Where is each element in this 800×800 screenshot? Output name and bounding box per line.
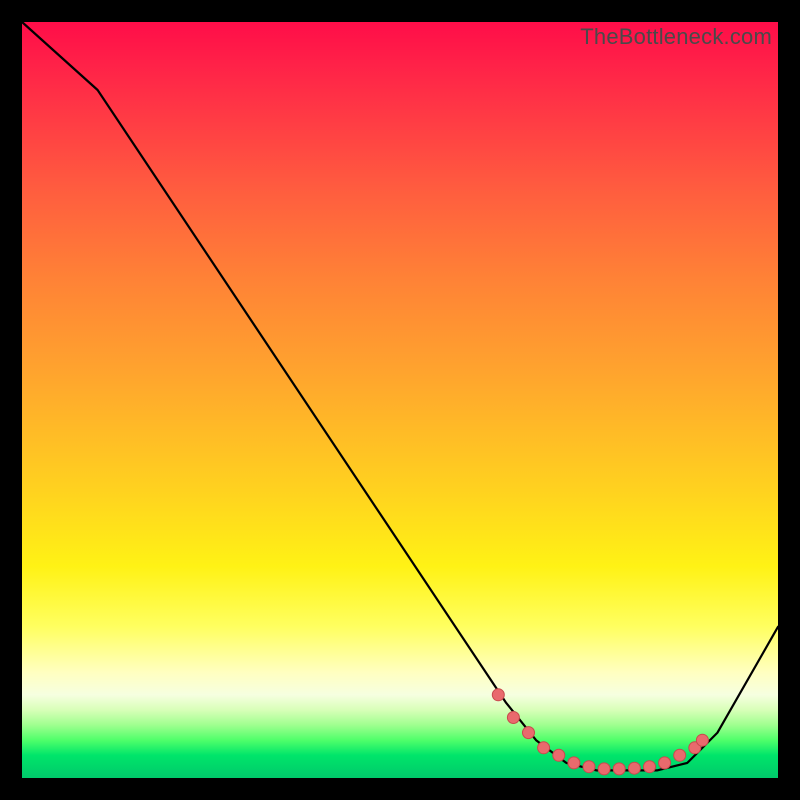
marker-dot: [568, 757, 580, 769]
marker-dot: [674, 749, 686, 761]
marker-dot: [696, 734, 708, 746]
marker-dot: [598, 763, 610, 775]
marker-dot: [644, 761, 656, 773]
marker-dot: [613, 763, 625, 775]
bottleneck-curve: [22, 22, 778, 770]
marker-dot: [553, 749, 565, 761]
marker-dot: [507, 712, 519, 724]
marker-dot: [583, 761, 595, 773]
marker-group: [492, 689, 708, 775]
chart-overlay: [22, 22, 778, 778]
marker-dot: [628, 762, 640, 774]
marker-dot: [538, 742, 550, 754]
marker-dot: [492, 689, 504, 701]
marker-dot: [659, 757, 671, 769]
chart-frame: TheBottleneck.com: [0, 0, 800, 800]
plot-area: TheBottleneck.com: [22, 22, 778, 778]
marker-dot: [523, 727, 535, 739]
